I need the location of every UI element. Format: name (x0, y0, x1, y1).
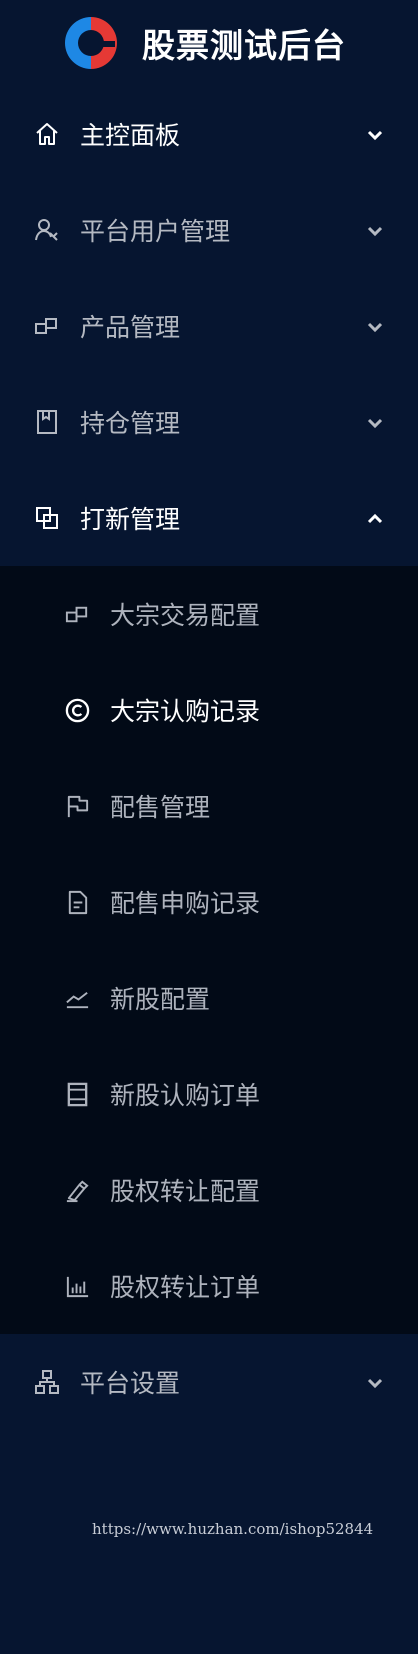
submenu-item-label: 大宗交易配置 (110, 601, 261, 630)
menu-item-dashboard[interactable]: 主控面板 (0, 86, 418, 182)
submenu-item-label: 股权转让配置 (110, 1177, 261, 1206)
submenu-item-label: 配售管理 (110, 793, 211, 822)
trend-icon (62, 983, 92, 1013)
product-icon (62, 599, 92, 629)
submenu-item-placement-subscription-records[interactable]: 配售申购记录 (0, 854, 418, 950)
submenu-ipo: 大宗交易配置 大宗认购记录 配售管理 配售申购记录 新股配置 新股认购订单 股权… (0, 566, 418, 1334)
submenu-item-label: 配售申购记录 (110, 889, 261, 918)
submenu-item-label: 股权转让订单 (110, 1273, 261, 1302)
chevron-down-icon (364, 1371, 386, 1393)
copyright-icon (62, 695, 92, 725)
document-icon (62, 887, 92, 917)
menu-item-label: 打新管理 (80, 505, 181, 534)
brand[interactable]: 股票测试后台 (0, 0, 418, 86)
users-icon (32, 215, 62, 245)
submenu-item-equity-transfer-orders[interactable]: 股权转让订单 (0, 1238, 418, 1334)
watermark-text: https://www.huzhan.com/ishop52844 (92, 1520, 374, 1538)
flag-icon (62, 791, 92, 821)
submenu-item-placement-management[interactable]: 配售管理 (0, 758, 418, 854)
home-icon (32, 119, 62, 149)
chevron-down-icon (364, 219, 386, 241)
chevron-down-icon (364, 123, 386, 145)
menu-item-label: 持仓管理 (80, 409, 181, 438)
sidebar: 股票测试后台 主控面板 平台用户管理 产品管理 持仓管理 打新管理 大宗交易配置… (0, 0, 418, 1654)
submenu-item-label: 新股配置 (110, 985, 211, 1014)
sitemap-icon (32, 1367, 62, 1397)
logo-icon (60, 12, 122, 74)
menu-item-label: 平台用户管理 (80, 217, 231, 246)
submenu-item-label: 大宗认购记录 (110, 697, 261, 726)
menu-item-label: 主控面板 (80, 121, 181, 150)
menu-item-settings[interactable]: 平台设置 (0, 1334, 418, 1430)
menu-item-label: 平台设置 (80, 1369, 181, 1398)
chevron-up-icon (364, 507, 386, 529)
brand-title: 股票测试后台 (142, 26, 346, 65)
submenu-item-label: 新股认购订单 (110, 1081, 261, 1110)
menu-item-products[interactable]: 产品管理 (0, 278, 418, 374)
submenu-item-block-subscription-records[interactable]: 大宗认购记录 (0, 662, 418, 758)
submenu-item-ipo-config[interactable]: 新股配置 (0, 950, 418, 1046)
book-icon (32, 407, 62, 437)
menu-item-label: 产品管理 (80, 313, 181, 342)
chevron-down-icon (364, 315, 386, 337)
submenu-item-block-trade-config[interactable]: 大宗交易配置 (0, 566, 418, 662)
menu-item-users[interactable]: 平台用户管理 (0, 182, 418, 278)
menu-item-ipo[interactable]: 打新管理 (0, 470, 418, 566)
submenu-item-equity-transfer-config[interactable]: 股权转让配置 (0, 1142, 418, 1238)
submenu-item-ipo-orders[interactable]: 新股认购订单 (0, 1046, 418, 1142)
pen-icon (62, 1175, 92, 1205)
menu-item-positions[interactable]: 持仓管理 (0, 374, 418, 470)
stack-icon (32, 503, 62, 533)
bar-chart-icon (62, 1271, 92, 1301)
receipt-icon (62, 1079, 92, 1109)
chevron-down-icon (364, 411, 386, 433)
product-icon (32, 311, 62, 341)
